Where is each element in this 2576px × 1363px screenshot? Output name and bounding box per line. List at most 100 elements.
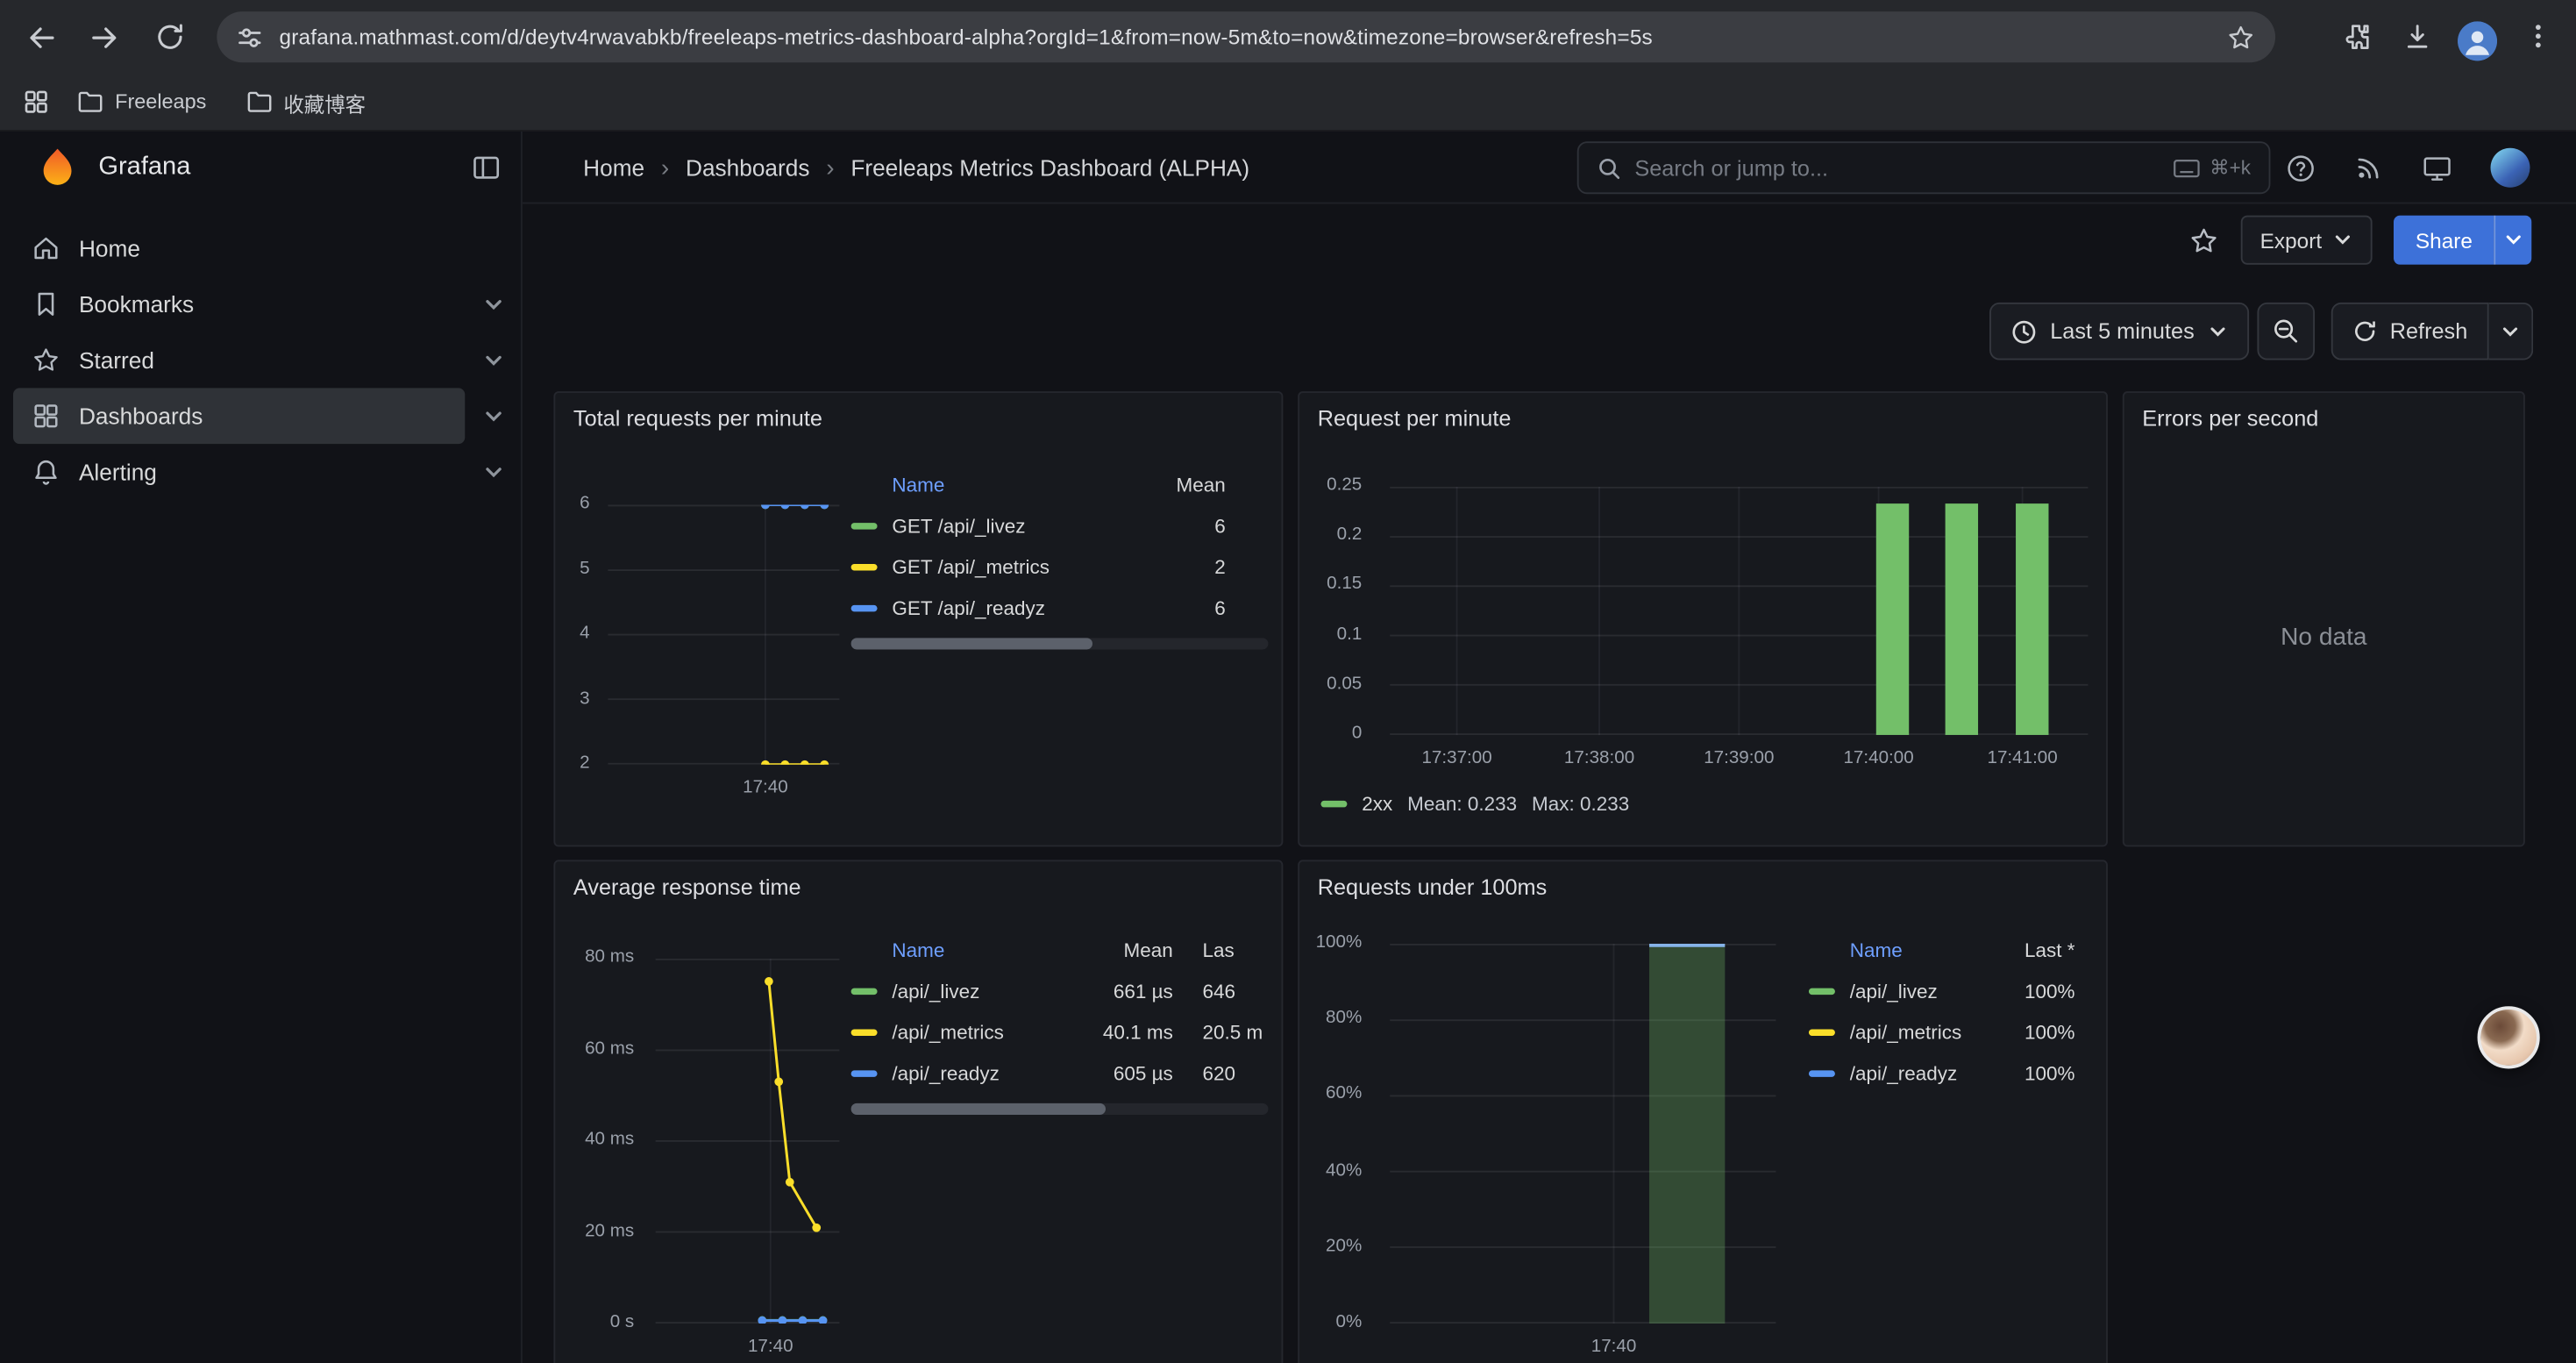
help-icon[interactable]	[2285, 152, 2316, 183]
legend-series-name[interactable]: /api/_metrics	[892, 1020, 1074, 1043]
legend-header-mean[interactable]: Mean	[1074, 938, 1172, 961]
legend-scrollbar[interactable]	[851, 638, 1269, 649]
browser-menu-icon[interactable]	[2510, 8, 2566, 64]
y-axis-label: 5	[580, 558, 589, 577]
legend-row: /api/_livez100%	[1809, 970, 2089, 1011]
bookmark-folder-freeleaps[interactable]: Freeleaps	[66, 84, 217, 120]
time-series-plot[interactable]	[656, 959, 840, 1324]
panel-title[interactable]: Average response time	[573, 874, 1269, 899]
chevron-down-icon[interactable]	[465, 349, 521, 370]
chevron-down-icon[interactable]	[465, 294, 521, 315]
sidebar-item-label: Dashboards	[79, 403, 203, 429]
legend-scrollbar[interactable]	[851, 1103, 1269, 1115]
sidebar-item-starred[interactable]: Starred	[0, 332, 521, 389]
breadcrumb-item[interactable]: Home	[583, 154, 644, 181]
time-series-plot[interactable]	[608, 505, 839, 765]
panel-requests-under-100ms: Requests under 100ms 100%80%60%40%20%0% …	[1298, 860, 2108, 1363]
sidebar-toggle-icon[interactable]	[472, 153, 502, 182]
bookmark-folder-blogs[interactable]: 收藏博客	[234, 80, 377, 125]
legend-header-name[interactable]: Name	[1850, 938, 1993, 961]
legend-series-name[interactable]: /api/_readyz	[1850, 1061, 1993, 1084]
share-button[interactable]: Share	[2395, 216, 2494, 265]
sidebar-item-dashboards[interactable]: Dashboards	[0, 388, 521, 444]
sidebar-item-bookmarks[interactable]: Bookmarks	[0, 276, 521, 332]
legend-header-name[interactable]: Name	[892, 474, 1120, 496]
folder-icon	[246, 90, 272, 113]
y-axis-label: 0.1	[1337, 624, 1363, 644]
panel-title[interactable]: Total requests per minute	[573, 406, 1269, 431]
export-button[interactable]: Export	[2240, 216, 2373, 265]
brand-name: Grafana	[98, 153, 471, 182]
legend-series-name[interactable]: /api/_livez	[892, 979, 1074, 1002]
y-axis-label: 4	[580, 623, 589, 642]
time-range-picker[interactable]: Last 5 minutes	[1989, 303, 2249, 360]
zoom-out-button[interactable]	[2257, 303, 2315, 360]
legend-series-name[interactable]: /api/_metrics	[1850, 1020, 1993, 1043]
panel-errors-per-second: Errors per second No data	[2123, 391, 2525, 846]
legend-value: 646	[1173, 979, 1269, 1002]
search-input[interactable]: Search or jump to... ⌘+k	[1577, 141, 2271, 194]
sidebar: Grafana HomeBookmarksStarred Dashboards Al…	[0, 132, 523, 1363]
refresh-button[interactable]: Refresh	[2330, 303, 2488, 360]
top-nav-icons	[2285, 132, 2576, 203]
legend-header-name[interactable]: Name	[892, 938, 1074, 961]
apps-grid-icon[interactable]	[23, 89, 49, 115]
sidebar-item-alerting[interactable]: Alerting	[0, 444, 521, 500]
downloads-icon[interactable]	[2388, 8, 2444, 64]
back-button[interactable]	[13, 9, 69, 65]
chevron-down-icon[interactable]	[465, 405, 521, 426]
extensions-icon[interactable]	[2328, 8, 2384, 64]
share-menu-button[interactable]	[2494, 216, 2531, 265]
legend-scrollbar-thumb[interactable]	[851, 1103, 1106, 1115]
legend-scrollbar-thumb[interactable]	[851, 638, 1093, 649]
bar-chart-plot[interactable]	[1390, 944, 1775, 1324]
grafana-app: Grafana HomeBookmarksStarredDashboardsAl…	[0, 132, 2576, 1363]
user-avatar[interactable]	[2491, 148, 2530, 188]
series-color-swatch	[851, 563, 878, 569]
bookmark-star-icon[interactable]	[2226, 22, 2256, 52]
y-axis: 80 ms60 ms40 ms20 ms0 s	[555, 959, 645, 1324]
display-icon[interactable]	[2422, 152, 2453, 183]
legend-series-name[interactable]: GET /api/_readyz	[892, 596, 1120, 619]
bar-chart-plot[interactable]	[1390, 487, 2088, 735]
site-settings-icon[interactable]	[237, 24, 263, 50]
legend-series-name[interactable]: GET /api/_livez	[892, 514, 1120, 537]
browser-profile-avatar[interactable]	[2450, 8, 2506, 64]
panel-title[interactable]: Request per minute	[1318, 406, 2093, 431]
y-axis-label: 20 ms	[585, 1221, 634, 1240]
search-placeholder: Search or jump to...	[1634, 155, 2160, 180]
url-bar[interactable]: grafana.mathmast.com/d/deytv4rwavabkb/fr…	[217, 11, 2275, 62]
legend-series-name[interactable]: GET /api/_metrics	[892, 555, 1120, 578]
legend-series-name[interactable]: 2xx	[1362, 793, 1392, 816]
y-axis-label: 40 ms	[585, 1130, 634, 1149]
breadcrumb-item[interactable]: Dashboards	[686, 154, 809, 181]
star-dashboard-icon[interactable]	[2188, 225, 2219, 256]
legend-row: GET /api/_metrics2	[851, 546, 1269, 587]
forward-button[interactable]	[77, 9, 133, 65]
legend-value: 40.1 ms	[1074, 1020, 1172, 1043]
panel-title[interactable]: Errors per second	[2142, 406, 2510, 431]
legend-value: 100%	[1993, 1020, 2075, 1043]
legend-mean-value: Mean: 0.233	[1407, 793, 1517, 816]
legend-series-name[interactable]: /api/_livez	[1850, 979, 1993, 1002]
series-color-swatch	[851, 604, 878, 610]
news-rss-icon[interactable]	[2354, 153, 2384, 182]
legend-header-mean[interactable]: Mean	[1121, 474, 1226, 496]
folder-icon	[77, 90, 103, 113]
panel-title[interactable]: Requests under 100ms	[1318, 874, 2093, 899]
legend-header-last[interactable]: Last *	[1993, 938, 2075, 961]
sidebar-item-home[interactable]: Home	[0, 220, 521, 276]
reload-button[interactable]	[141, 9, 197, 65]
grafana-logo[interactable]	[36, 146, 79, 189]
refresh-interval-button[interactable]	[2489, 303, 2534, 360]
keyboard-icon	[2174, 159, 2200, 177]
legend-series-name[interactable]: /api/_readyz	[892, 1061, 1074, 1084]
chat-avatar-widget[interactable]	[2478, 1006, 2540, 1068]
sidebar-nav: HomeBookmarksStarred Dashboards Alerting	[0, 214, 521, 500]
legend-header-las[interactable]: Las	[1173, 938, 1269, 961]
chevron-down-icon[interactable]	[465, 461, 521, 482]
sidebar-header: Grafana	[0, 132, 521, 203]
y-axis: 65432	[555, 505, 601, 765]
bookmark-icon	[32, 289, 61, 319]
legend-value: 661 µs	[1074, 979, 1172, 1002]
